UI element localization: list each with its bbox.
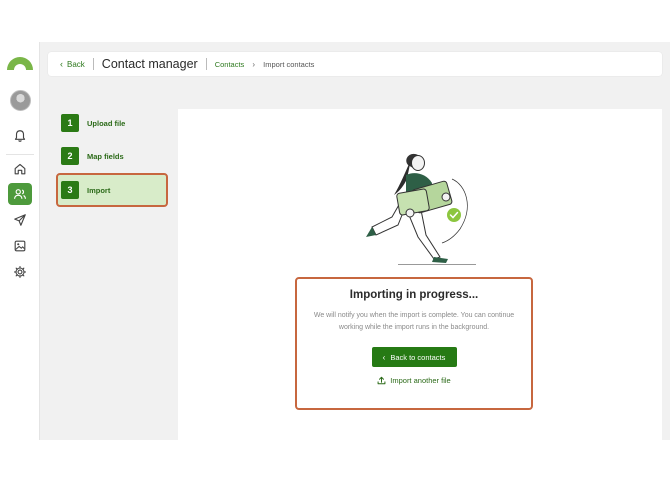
sidebar-item-settings[interactable] (8, 261, 32, 283)
chevron-left-icon: ‹ (382, 352, 386, 362)
step-number: 2 (61, 147, 79, 165)
sidebar-item-media[interactable] (8, 235, 32, 257)
import-another-file-link[interactable]: Import another file (297, 376, 531, 385)
step-upload-file[interactable]: 1 Upload file (56, 108, 168, 138)
header-divider (205, 58, 207, 70)
step-map-fields[interactable]: 2 Map fields (56, 141, 168, 171)
avatar[interactable] (10, 90, 31, 111)
sidebar-divider (6, 154, 34, 155)
back-button[interactable]: ‹ Back (60, 59, 85, 69)
sidebar-item-campaigns[interactable] (8, 209, 32, 231)
import-status-panel: Importing in progress... We will notify … (295, 277, 533, 410)
breadcrumb-current: Import contacts (263, 59, 315, 69)
bell-icon (14, 130, 26, 142)
sidebar-item-contacts[interactable] (8, 183, 32, 205)
sidebar-item-home[interactable] (8, 158, 32, 180)
page-header: ‹ Back Contact manager Contacts › Import… (48, 52, 662, 76)
brand-logo[interactable] (6, 52, 34, 70)
chevron-right-icon: › (252, 59, 256, 69)
send-icon (14, 214, 26, 226)
sidebar (0, 42, 40, 440)
back-label: Back (67, 59, 85, 69)
app-window: ‹ Back Contact manager Contacts › Import… (0, 42, 670, 440)
running-person-illustration (366, 153, 476, 265)
image-icon (14, 240, 26, 252)
back-to-contacts-label: Back to contacts (390, 352, 446, 362)
upload-icon (377, 376, 386, 385)
step-label: Map fields (87, 151, 124, 161)
status-title: Importing in progress... (349, 289, 479, 301)
chevron-left-icon: ‹ (60, 59, 63, 69)
breadcrumb: Contacts › Import contacts (215, 60, 315, 69)
settings-icon (14, 266, 26, 278)
page-title: Contact manager (101, 57, 198, 71)
step-label: Upload file (87, 118, 126, 128)
notifications-button[interactable] (8, 125, 32, 147)
step-import[interactable]: 3 Import (56, 173, 168, 207)
import-another-file-label: Import another file (390, 376, 451, 385)
header-divider (92, 58, 94, 70)
contacts-icon (14, 189, 26, 199)
back-to-contacts-button[interactable]: ‹ Back to contacts (371, 347, 457, 367)
step-number: 3 (61, 181, 79, 199)
status-message: We will notify you when the import is co… (313, 312, 515, 331)
step-number: 1 (61, 114, 79, 132)
home-icon (14, 163, 26, 175)
step-label: Import (87, 185, 111, 195)
main-content: Importing in progress... We will notify … (178, 109, 662, 440)
breadcrumb-link-contacts[interactable]: Contacts (215, 60, 245, 69)
